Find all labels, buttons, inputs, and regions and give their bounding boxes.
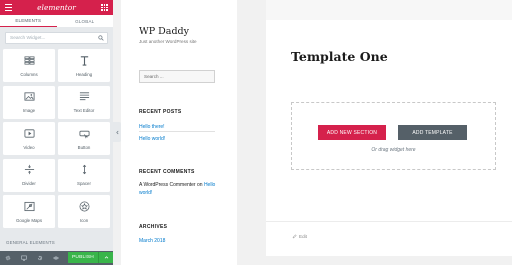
widget-label: Spacer (77, 181, 91, 187)
pencil-icon (292, 234, 297, 239)
drag-widget-hint: Or drag widget here (371, 147, 416, 153)
site-tagline: Just another WordPress site (139, 39, 197, 44)
responsive-mode-button[interactable] (16, 251, 32, 265)
recent-post-link[interactable]: Hello world! (139, 136, 165, 142)
widget-label: Heading (75, 71, 93, 77)
widget-text-editor[interactable]: Text Editor (58, 85, 110, 119)
map-icon (24, 201, 34, 211)
archives-title: ARCHIVES (139, 224, 168, 230)
history-icon (37, 255, 43, 261)
site-title[interactable]: WP Daddy (139, 26, 189, 37)
eye-icon (53, 256, 59, 260)
publish-options-button[interactable] (98, 252, 113, 263)
widget-label: Icon (79, 217, 89, 223)
widget-label: Google Maps (15, 217, 43, 223)
panel-tabs: ELEMENTS GLOBAL (0, 15, 113, 27)
edit-link[interactable]: Edit (292, 234, 307, 239)
search-icon (98, 35, 104, 41)
divider-icon (24, 165, 34, 175)
history-button[interactable] (32, 251, 48, 265)
text-editor-icon (79, 92, 89, 101)
site-search-placeholder: Search ... (144, 74, 164, 79)
recent-comments-title: RECENT COMMENTS (139, 169, 195, 175)
widget-video[interactable]: Video (3, 122, 55, 156)
elementor-logo: elementor (37, 3, 76, 12)
page-title: Template One (291, 49, 388, 64)
add-new-section-button[interactable]: ADD NEW SECTION (318, 125, 386, 140)
recent-comment: A WordPress Commenter on Hello world! (139, 181, 219, 197)
panel-header: elementor (0, 0, 113, 15)
star-icon (79, 201, 89, 212)
recent-posts-title: RECENT POSTS (139, 109, 182, 115)
widget-search-input[interactable]: Search Widget... (5, 32, 108, 44)
widgets-grid: Columns Heading Image Text Editor Video (3, 49, 110, 229)
gear-icon (5, 255, 11, 261)
widget-label: Button (77, 144, 91, 150)
widget-image[interactable]: Image (3, 85, 55, 119)
widgets-grid-icon[interactable] (101, 4, 108, 11)
widget-divider-line (139, 131, 215, 132)
video-icon (24, 129, 34, 138)
chevron-left-icon (115, 130, 118, 134)
tab-global[interactable]: GLOBAL (56, 15, 113, 27)
recent-post-link[interactable]: Hello there! (139, 124, 165, 130)
widget-columns[interactable]: Columns (3, 49, 55, 82)
preview-button[interactable] (48, 251, 64, 265)
desktop-icon (21, 255, 27, 261)
edit-label: Edit (299, 234, 307, 239)
widget-label: Video (23, 144, 35, 150)
widget-divider[interactable]: Divider (3, 158, 55, 192)
content-bottom-bar (266, 256, 512, 265)
widget-google-maps[interactable]: Google Maps (3, 195, 55, 229)
content-divider (266, 221, 512, 222)
tab-elements[interactable]: ELEMENTS (0, 15, 57, 27)
hamburger-menu-icon[interactable] (5, 4, 12, 11)
widget-button[interactable]: Button (58, 122, 110, 156)
site-search-input[interactable]: Search ... (139, 70, 215, 83)
panel-collapse-handle[interactable] (113, 122, 121, 142)
button-icon (79, 130, 89, 139)
comment-on-text: on (196, 182, 203, 188)
columns-icon (24, 55, 34, 65)
layout-gutter (240, 0, 265, 265)
archive-link[interactable]: March 2018 (139, 238, 165, 244)
widget-label: Text Editor (73, 108, 95, 114)
comment-author: A WordPress Commenter (139, 182, 196, 188)
heading-icon (80, 55, 88, 66)
widget-search-placeholder: Search Widget... (10, 35, 46, 41)
settings-button[interactable] (0, 251, 16, 265)
widget-spacer[interactable]: Spacer (58, 158, 110, 192)
add-template-button[interactable]: ADD TEMPLATE (398, 125, 467, 140)
spacer-icon (82, 165, 86, 175)
widget-icon[interactable]: Icon (58, 195, 110, 229)
publish-button[interactable]: PUBLISH (68, 252, 98, 263)
widget-label: Columns (20, 71, 38, 77)
image-icon (24, 92, 34, 101)
chevron-up-icon (104, 256, 108, 259)
widget-label: Divider (22, 181, 36, 187)
widget-heading[interactable]: Heading (58, 49, 110, 82)
general-elements-title: GENERAL ELEMENTS (6, 240, 55, 245)
content-top-bar (266, 0, 512, 20)
widget-label: Image (22, 108, 36, 114)
